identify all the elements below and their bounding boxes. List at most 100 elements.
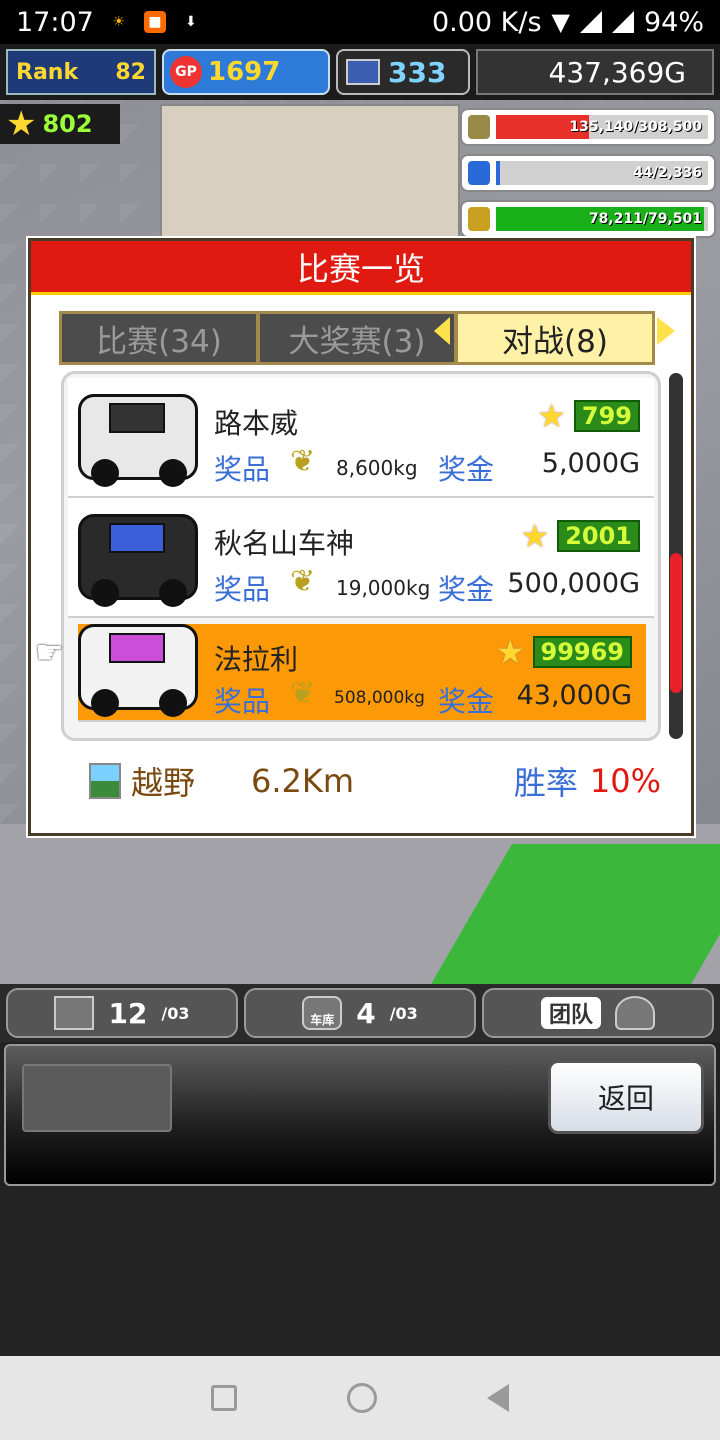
- star-icon: ★: [495, 633, 525, 671]
- wifi-icon: ▼: [551, 8, 570, 36]
- scrollbar-thumb[interactable]: [670, 553, 682, 693]
- wheat-icon: ❦: [290, 444, 316, 479]
- race-list: 路本威 ★ 799 奖品 ❦ 8,600kg 奖金 5,000G 秋名山车神 ★…: [61, 371, 661, 741]
- prize-weight: 8,600kg: [336, 456, 418, 480]
- prize-label: 奖品: [214, 573, 271, 606]
- prize-weight: 19,000kg: [336, 576, 431, 600]
- sun-icon: ☀: [112, 14, 126, 30]
- resource-track: 78,211/79,501: [496, 207, 708, 231]
- coins-icon: [468, 115, 490, 139]
- tab-left-arrow-icon[interactable]: [434, 317, 450, 345]
- resource-text: 135,140/308,500: [569, 119, 702, 135]
- download-icon: ⬇: [184, 14, 197, 30]
- app-notification-icon: ■: [143, 11, 166, 33]
- home-icon[interactable]: [347, 1383, 377, 1413]
- tab-grand-prix[interactable]: 大奖赛(3): [260, 314, 454, 362]
- signal-icon: [579, 11, 602, 33]
- slot1-count: 12: [108, 996, 148, 1030]
- score-value: 2001: [557, 520, 640, 552]
- top-hud: Rank 82 GP 1697 333 437,369G: [0, 44, 720, 100]
- bonus-value: 43,000G: [516, 680, 632, 711]
- race-name: 法拉利: [214, 643, 299, 676]
- dialog-title: 比赛一览: [31, 241, 691, 295]
- net-speed: 0.00 K/s: [431, 6, 542, 38]
- car-window: [109, 403, 165, 433]
- rank-value: 82: [115, 59, 146, 85]
- race-score: ★ 799: [537, 400, 640, 432]
- race-item-selected[interactable]: 法拉利 ★ 99969 奖品 ❦ 508,000kg 奖金 43,000G: [78, 624, 646, 722]
- race-footer: 越野 6.2Km 胜率 10%: [61, 751, 661, 811]
- car-window: [109, 523, 165, 553]
- tab-right-arrow-icon[interactable]: [657, 317, 675, 345]
- race-item[interactable]: 秋名山车神 ★ 2001 奖品 ❦ 19,000kg 奖金 500,000G: [68, 498, 654, 618]
- gp-icon: GP: [170, 56, 202, 88]
- score-value: 799: [573, 400, 640, 432]
- race-item[interactable]: 路本威 ★ 799 奖品 ❦ 8,600kg 奖金 5,000G: [68, 378, 654, 498]
- game-screen: 17:07 ☀ ■ ⬇ 0.00 K/s ▼ 94% Rank 82 GP 16…: [0, 0, 720, 1440]
- tab-races[interactable]: 比赛(34): [62, 314, 256, 362]
- research-value: 333: [388, 55, 447, 89]
- avatar-icon: [615, 996, 655, 1030]
- rank-label: Rank: [16, 59, 79, 85]
- race-name: 秋名山车神: [214, 527, 355, 560]
- status-bar: 17:07 ☀ ■ ⬇ 0.00 K/s ▼ 94%: [0, 0, 720, 44]
- race-tabs: 比赛(34) 大奖赛(3) 对战(8): [59, 311, 655, 365]
- race-name: 路本威: [214, 407, 299, 440]
- car-wheel: [91, 579, 119, 607]
- score-value: 99969: [532, 636, 632, 668]
- race-score: ★ 99969: [496, 636, 632, 668]
- win-rate-value: 10%: [589, 762, 661, 800]
- prize-weight: 508,000kg: [334, 688, 425, 708]
- money-display: 437,369G: [476, 49, 714, 95]
- battery-level: 94%: [643, 6, 704, 38]
- star-value: 802: [42, 110, 93, 138]
- research-counter[interactable]: 333: [336, 49, 470, 95]
- race-list-dialog: 比赛一览 比赛(34) 大奖赛(3) 对战(8) 路本威 ★ 799 奖品 ❦ …: [28, 238, 694, 836]
- terrain-type: 越野: [131, 764, 196, 802]
- star-icon: ★: [520, 517, 550, 555]
- wheat-icon: ❦: [290, 564, 316, 599]
- crate-icon: [54, 996, 95, 1030]
- resource-track: 44/2,336: [496, 161, 708, 185]
- garage-icon: 车库: [302, 996, 343, 1030]
- team-label: 团队: [540, 997, 601, 1029]
- rank-badge: Rank 82: [6, 49, 156, 95]
- slot2-count: 4: [356, 996, 376, 1030]
- car-wheel: [91, 459, 119, 487]
- status-time: 17:07: [16, 6, 94, 38]
- resource-fill: [496, 161, 501, 185]
- team-button[interactable]: 团队: [482, 988, 714, 1038]
- hippie-van-icon: [78, 624, 198, 717]
- gp-value: 1697: [208, 57, 281, 87]
- star-counter: ★ 802: [0, 104, 120, 144]
- garage-label: 车库: [310, 1013, 335, 1027]
- win-rate-label: 胜率: [513, 764, 578, 802]
- list-scrollbar[interactable]: [669, 373, 683, 739]
- bonus-label: 奖金: [438, 453, 495, 486]
- resource-bar: 44/2,336: [460, 154, 716, 192]
- star-icon: ★: [537, 397, 566, 435]
- pointer-hand-icon: ☛: [35, 633, 64, 671]
- garage-button[interactable]: 车库 4/03: [244, 988, 476, 1038]
- wheat-icon: ❦: [290, 676, 316, 711]
- back-nav-icon[interactable]: [487, 1384, 509, 1412]
- prize-label: 奖品: [214, 685, 271, 718]
- bottom-toolbar: 12/03 车库 4/03 团队: [0, 984, 720, 1042]
- status-right: 0.00 K/s ▼ 94%: [432, 7, 704, 38]
- back-button[interactable]: 返回: [548, 1060, 704, 1134]
- tab-battles[interactable]: 对战(8): [458, 314, 652, 362]
- car-wheel: [159, 689, 187, 717]
- bottom-panel: 返回: [4, 1044, 716, 1186]
- recents-icon[interactable]: [211, 1385, 237, 1411]
- star-icon: ★: [6, 104, 37, 144]
- bonus-value: 500,000G: [507, 568, 640, 599]
- info-box: [22, 1064, 172, 1132]
- resource-text: 78,211/79,501: [588, 211, 702, 227]
- signal-icon-2: [611, 11, 634, 33]
- terrain-icon: [89, 763, 121, 799]
- gp-counter[interactable]: GP 1697: [162, 49, 330, 95]
- parts-slot-button[interactable]: 12/03: [6, 988, 238, 1038]
- car-wheel: [91, 689, 119, 717]
- fuel-icon: [468, 161, 490, 185]
- sports-car-icon: [78, 514, 198, 607]
